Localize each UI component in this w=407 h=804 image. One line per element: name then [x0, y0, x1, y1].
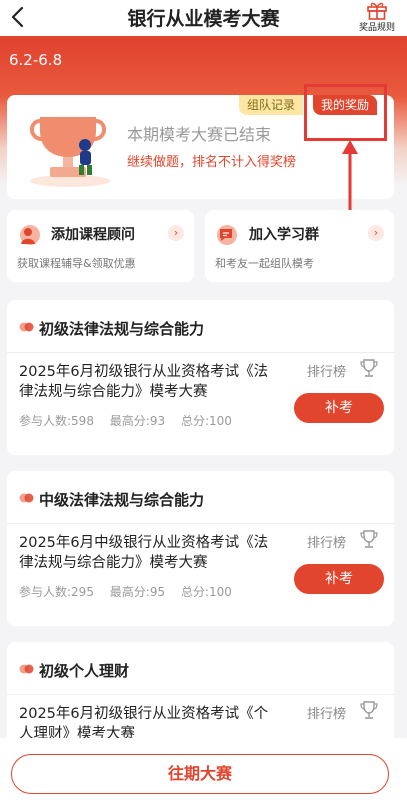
past-contests-button[interactable]: 往期大赛 [11, 754, 389, 794]
bottom-action-bar: 往期大赛 [0, 738, 407, 804]
divider [7, 352, 394, 353]
contest-ended-text: 本期模考大赛已结束 [127, 125, 272, 144]
gift-icon [367, 2, 387, 20]
join-study-group-card[interactable]: 加入学习群 › 和考友一起组队模考 [205, 210, 394, 282]
retake-button[interactable]: 补考 [294, 564, 384, 594]
exam-total-score: 总分:100 [180, 585, 232, 599]
exam-total-score: 总分:100 [180, 414, 232, 428]
exam-title[interactable]: 2025年6月初级银行从业资格考试《法律法规与综合能力》模考大赛 [19, 362, 279, 402]
join-study-group-title: 加入学习群 [249, 227, 319, 243]
trophy-icon[interactable] [359, 700, 379, 720]
add-course-advisor-subtitle: 获取课程辅导&领取优惠 [17, 257, 136, 270]
leaderboard-label[interactable]: 排行榜 [307, 532, 346, 551]
section-dot-icon [19, 664, 34, 674]
exam-max-score: 最高分:95 [109, 585, 166, 599]
exam-title[interactable]: 2025年6月中级银行从业资格考试《法律法规与综合能力》模考大赛 [19, 533, 279, 573]
exam-max-score: 最高分:93 [109, 414, 166, 428]
exam-category-title: 中级法律法规与综合能力 [39, 491, 205, 509]
top-nav-bar: 银行从业模考大赛 奖品规则 [0, 0, 407, 36]
leaderboard-label[interactable]: 排行榜 [307, 703, 346, 722]
divider [7, 523, 394, 524]
exam-participants: 参与人数:598 [19, 414, 94, 428]
prize-rules-label: 奖品规则 [358, 23, 395, 33]
prize-rules-button[interactable]: 奖品规则 [355, 0, 399, 34]
contest-date-range: 6.2-6.8 [9, 51, 63, 69]
exam-category-title: 初级法律法规与综合能力 [39, 320, 205, 338]
add-course-advisor-card[interactable]: 添加课程顾问 › 获取课程辅导&领取优惠 [7, 210, 194, 282]
exam-stats: 参与人数:295 最高分:95 总分:100 [19, 583, 244, 600]
leaderboard-label[interactable]: 排行榜 [307, 361, 346, 380]
exam-section-card: 中级法律法规与综合能力 2025年6月中级银行从业资格考试《法律法规与综合能力》… [7, 471, 394, 626]
exam-participants: 参与人数:295 [19, 585, 94, 599]
exam-section-card: 初级法律法规与综合能力 2025年6月初级银行从业资格考试《法律法规与综合能力》… [7, 300, 394, 455]
annotation-arrow-icon [342, 140, 358, 216]
contest-ended-note: 继续做题，排名不计入得奖榜 [127, 155, 297, 170]
retake-button[interactable]: 补考 [294, 393, 384, 423]
advisor-icon [20, 225, 40, 245]
annotation-highlight-box [304, 84, 387, 141]
page-title: 银行从业模考大赛 [127, 8, 280, 30]
chat-group-icon [217, 225, 237, 245]
section-dot-icon [19, 322, 34, 332]
team-record-button[interactable]: 组队记录 [239, 95, 304, 115]
divider [7, 694, 394, 695]
trophy-icon[interactable] [359, 358, 379, 378]
exam-category-title: 初级个人理财 [39, 662, 130, 680]
trophy-icon[interactable] [359, 529, 379, 549]
exam-stats: 参与人数:598 最高分:93 总分:100 [19, 412, 244, 429]
chevron-right-icon: › [168, 225, 184, 241]
trophy-illustration-icon [30, 117, 110, 187]
join-study-group-subtitle: 和考友一起组队模考 [215, 257, 314, 270]
section-dot-icon [19, 493, 34, 503]
add-course-advisor-title: 添加课程顾问 [51, 227, 135, 243]
chevron-right-icon: › [368, 225, 384, 241]
